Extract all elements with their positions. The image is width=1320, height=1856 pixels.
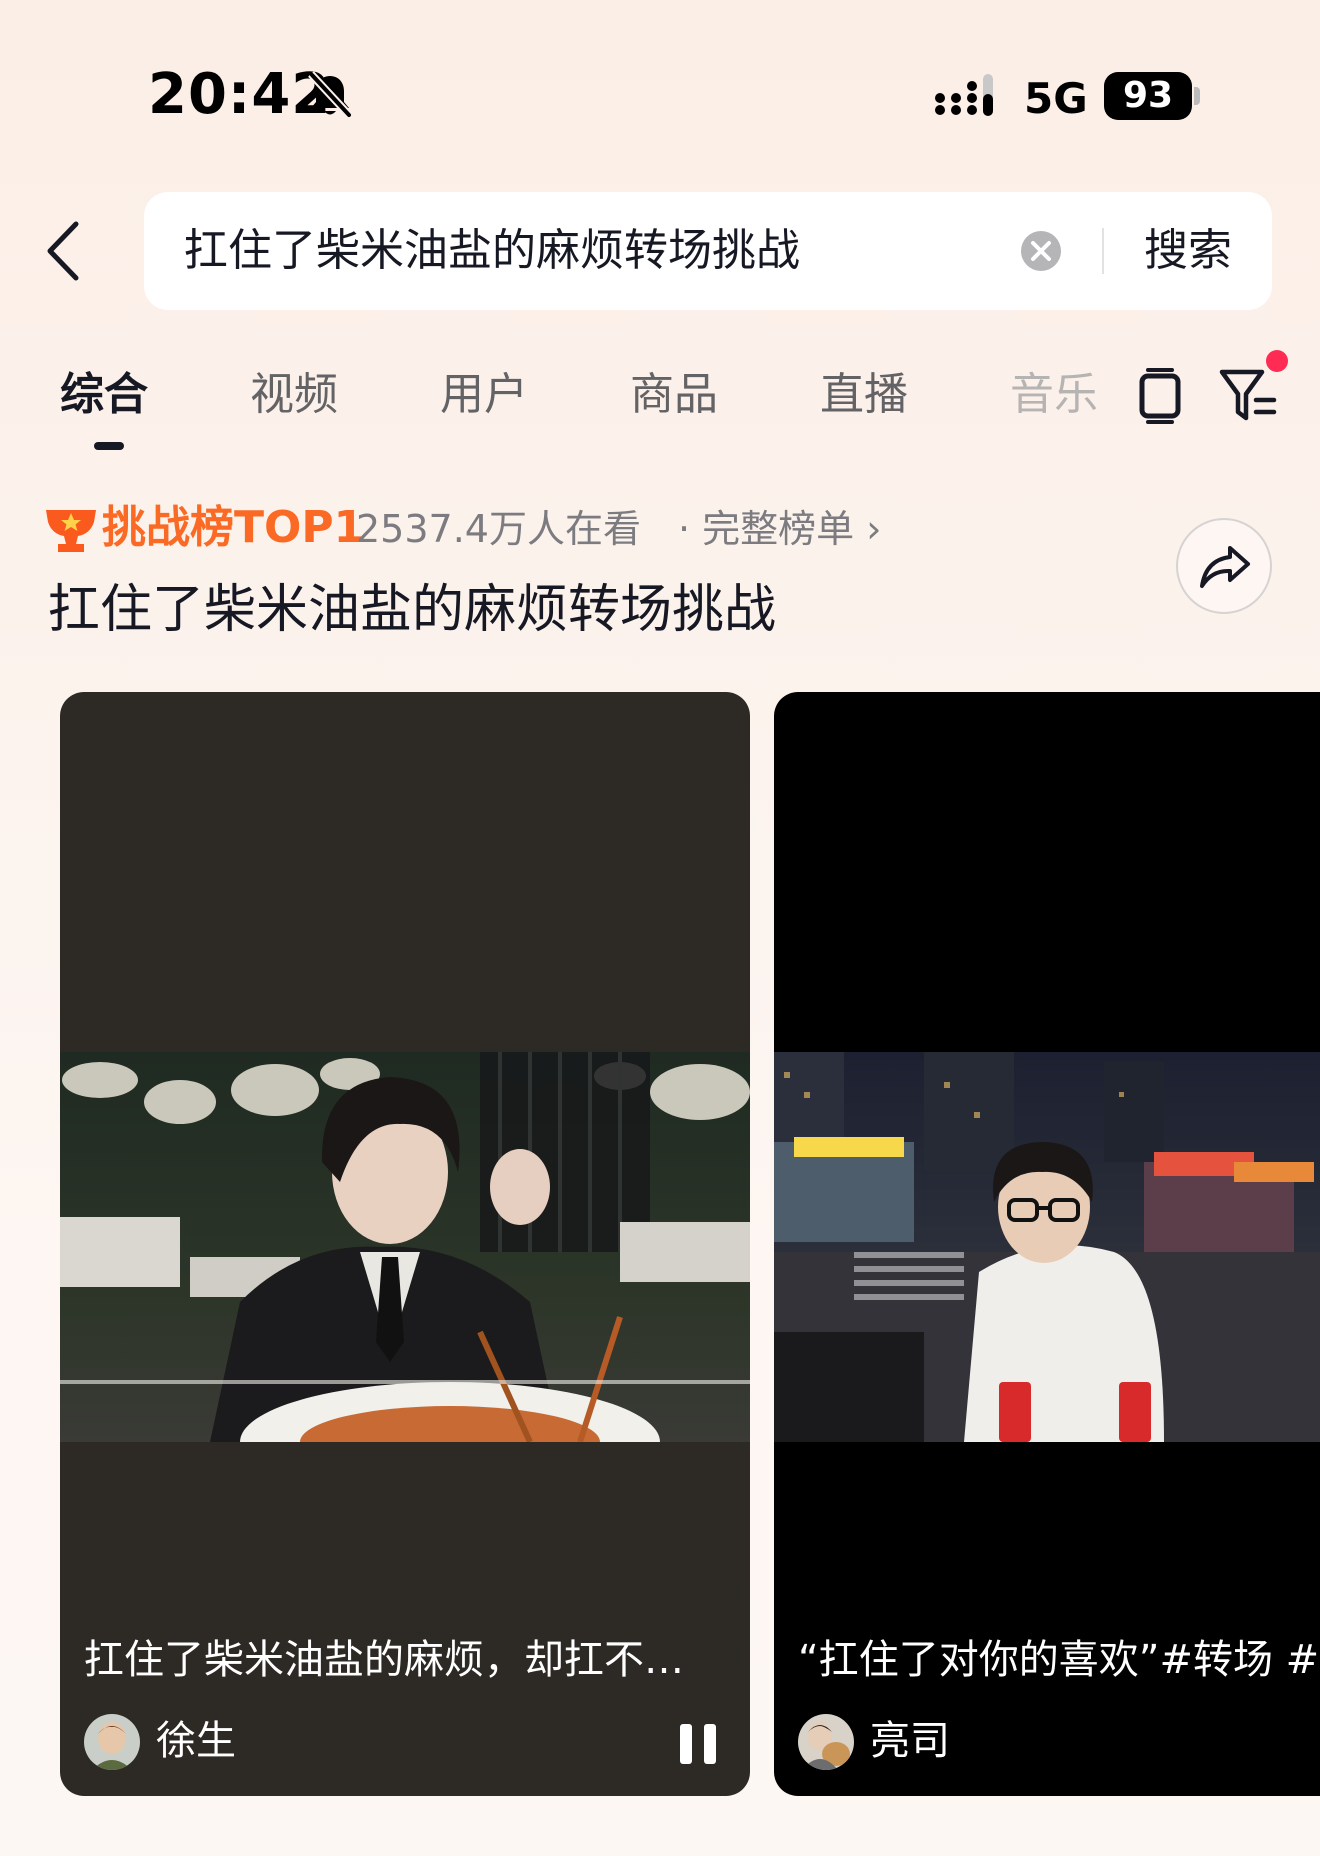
- full-list-link[interactable]: · 完整榜单 ›: [678, 500, 881, 558]
- mute-icon: [308, 71, 353, 119]
- search-divider: [1102, 228, 1104, 274]
- video-thumbnail: [774, 1052, 1320, 1442]
- battery-icon: 93: [1104, 72, 1192, 120]
- tab-users[interactable]: 用户: [440, 362, 528, 428]
- video-caption: 扛住了柴米油盐的麻烦，却扛不住...: [84, 1637, 720, 1683]
- tab-music[interactable]: 音乐: [1010, 362, 1098, 428]
- filter-icon[interactable]: [1218, 364, 1282, 426]
- network-type: 5G: [1024, 74, 1088, 123]
- back-icon[interactable]: [40, 218, 90, 284]
- tab-products[interactable]: 商品: [630, 362, 718, 428]
- tab-general[interactable]: 综合: [60, 362, 148, 428]
- status-time: 20:42: [148, 62, 332, 127]
- video-caption: “扛住了对你的喜欢”#转场 #变: [798, 1637, 1320, 1683]
- search-input[interactable]: 扛住了柴米油盐的麻烦转场挑战: [184, 220, 984, 282]
- avatar[interactable]: [798, 1714, 854, 1770]
- author-name[interactable]: 徐生: [156, 1710, 236, 1772]
- active-tab-indicator: [94, 442, 124, 450]
- video-card[interactable]: “扛住了对你的喜欢”#转场 #变 亮司: [774, 692, 1320, 1796]
- clear-icon[interactable]: [1020, 230, 1062, 272]
- share-button[interactable]: [1176, 518, 1272, 614]
- video-thumbnail: [60, 1052, 750, 1442]
- tab-video[interactable]: 视频: [250, 362, 338, 428]
- video-card[interactable]: 扛住了柴米油盐的麻烦，却扛不住... 徐生: [60, 692, 750, 1796]
- signal-icon: [935, 74, 993, 116]
- status-bar: 20:42 5G 93: [0, 0, 1320, 160]
- challenge-title[interactable]: 扛住了柴米油盐的麻烦转场挑战: [48, 572, 776, 648]
- share-icon: [1200, 546, 1250, 588]
- search-button[interactable]: 搜索: [1128, 218, 1248, 284]
- trophy-icon: [46, 510, 96, 552]
- filter-badge-dot: [1266, 350, 1288, 372]
- tablet-icon[interactable]: [1136, 366, 1184, 426]
- search-bar: 扛住了柴米油盐的麻烦转场挑战 搜索: [144, 192, 1272, 310]
- tab-bar: 综合 视频 用户 商品 直播 音乐: [0, 350, 1320, 460]
- avatar[interactable]: [84, 1714, 140, 1770]
- challenge-rank-label[interactable]: 挑战榜TOP1: [102, 498, 364, 558]
- pause-icon[interactable]: [678, 1722, 718, 1766]
- viewer-count: 2537.4万人在看: [356, 507, 641, 551]
- tab-live[interactable]: 直播: [820, 362, 908, 428]
- battery-tip: [1194, 87, 1200, 105]
- author-name[interactable]: 亮司: [870, 1710, 950, 1772]
